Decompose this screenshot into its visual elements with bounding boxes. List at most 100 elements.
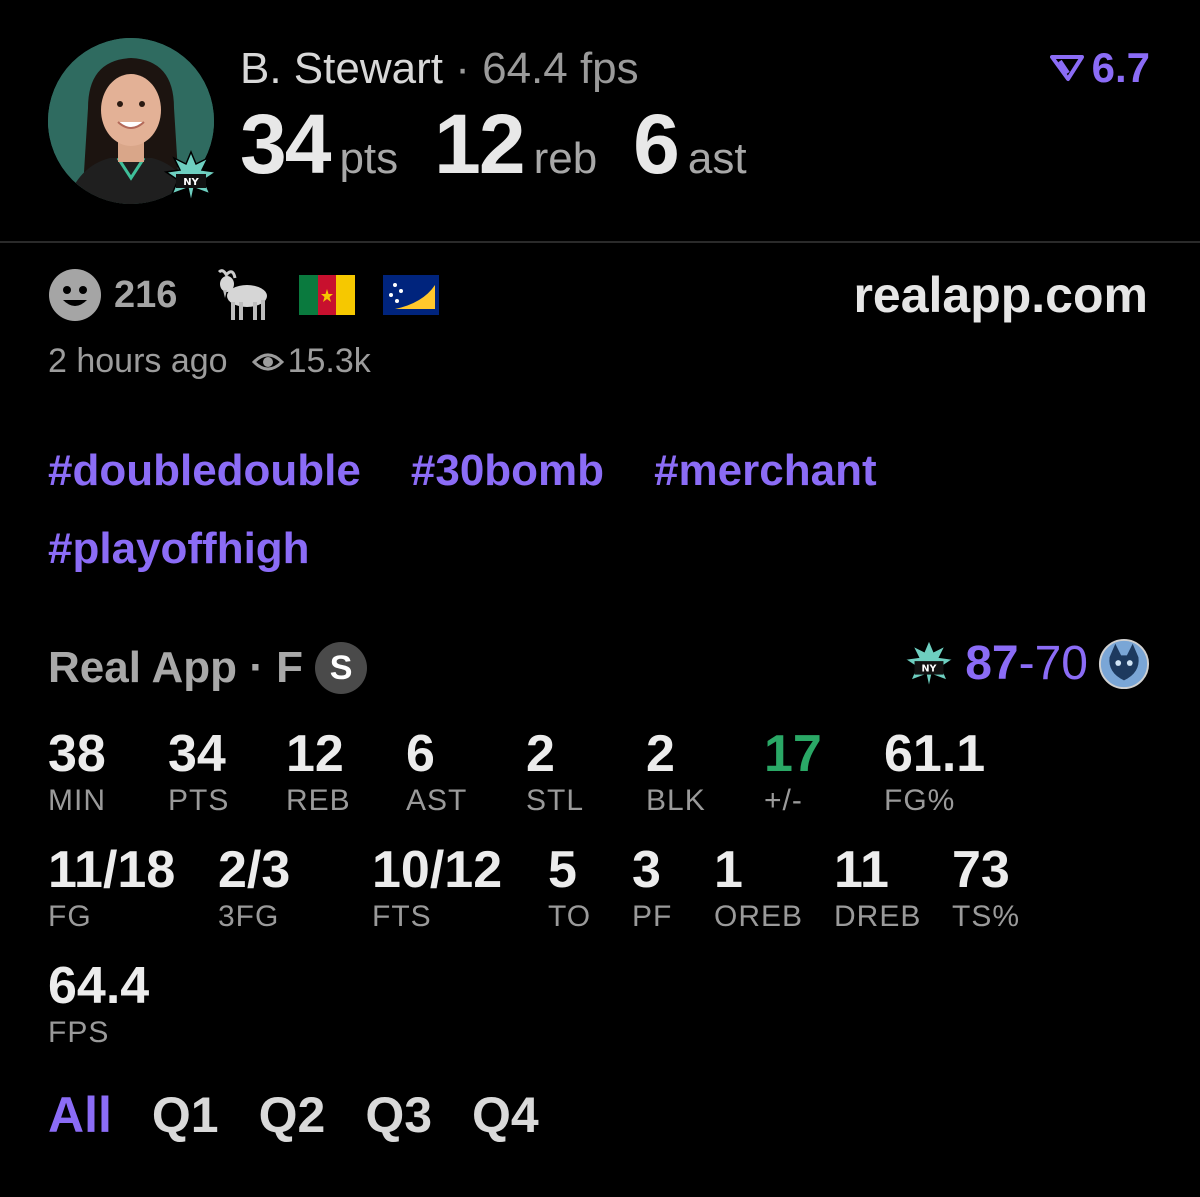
stat-label: DREB: [834, 900, 922, 933]
player-rating[interactable]: 6.7: [1049, 44, 1150, 92]
stat-value: 6: [406, 725, 435, 783]
stat-label: PF: [632, 900, 673, 933]
stat-dreb: 11 DREB: [834, 842, 921, 934]
stat-label: FG%: [884, 784, 956, 817]
stat-label: PTS: [168, 784, 230, 817]
player-fps: 64.4 fps: [482, 44, 639, 93]
cameroon-flag-icon[interactable]: [299, 275, 356, 315]
stat-value: 73: [952, 841, 1010, 899]
stat-plus-minus: 17 +/-: [764, 726, 822, 818]
headline-pts-unit: pts: [339, 134, 399, 183]
player-name[interactable]: B. Stewart: [240, 44, 443, 93]
stat-label: TS%: [952, 900, 1021, 933]
stat-value: 11: [834, 841, 889, 899]
stat-value: 5: [548, 841, 577, 899]
score-text: 87-70: [965, 636, 1088, 691]
tab-q2[interactable]: Q2: [259, 1086, 326, 1144]
stat-label: TO: [548, 900, 592, 933]
stat-to: 5 TO: [548, 842, 591, 934]
stat-oreb: 1 OREB: [714, 842, 803, 934]
sport-badge[interactable]: S: [315, 642, 368, 694]
goat-icon[interactable]: [213, 266, 271, 324]
game-status: Real App · F: [48, 643, 304, 692]
stat-value: 61.1: [884, 725, 986, 783]
stat-stl: 2 STL: [526, 726, 584, 818]
stat-value: 11/18: [48, 841, 176, 899]
stat-reb: 12 REB: [286, 726, 351, 818]
stat-ts-pct: 73 TS%: [952, 842, 1020, 934]
svg-text:NY: NY: [922, 663, 938, 674]
site-link[interactable]: realapp.com: [853, 266, 1148, 324]
hashtag-list: #doubledouble #30bomb #merchant #playoff…: [48, 444, 1128, 576]
hashtag[interactable]: #30bomb: [411, 444, 604, 498]
stat-label: 3FG: [218, 900, 280, 933]
headline-pts-value: 34: [240, 97, 331, 191]
stat-label: +/-: [764, 784, 803, 817]
stat-label: REB: [286, 784, 351, 817]
headline-reb-value: 12: [434, 97, 525, 191]
stat-value: 17: [764, 725, 822, 783]
stat-pts: 34 PTS: [168, 726, 229, 818]
home-score: 87: [965, 637, 1019, 690]
lynx-logo-icon: [1098, 638, 1150, 689]
stat-fps: 64.4 FPS: [48, 958, 149, 1050]
game-label: Real App · F S: [48, 642, 368, 694]
hashtag[interactable]: #doubledouble: [48, 444, 361, 498]
headline-reb-unit: reb: [533, 134, 598, 183]
liberty-logo-icon: NY: [164, 150, 218, 203]
stat-3fg: 2/3 3FG: [218, 842, 290, 934]
stat-label: FG: [48, 900, 92, 933]
rating-arrow-icon: [1049, 55, 1084, 81]
eye-icon: [251, 353, 284, 370]
stat-value: 38: [48, 725, 106, 783]
time-ago: 2 hours ago: [48, 342, 228, 380]
stat-value: 3: [632, 841, 661, 899]
tab-all[interactable]: All: [48, 1086, 112, 1144]
stat-value: 2: [646, 725, 675, 783]
stat-value: 2/3: [218, 841, 291, 899]
stat-min: 38 MIN: [48, 726, 106, 818]
player-name-line: B. Stewart · 64.4 fps: [240, 44, 639, 94]
stat-label: OREB: [714, 900, 804, 933]
tokelau-flag-icon[interactable]: [383, 275, 440, 315]
likes-count: 216: [114, 273, 178, 316]
tab-q3[interactable]: Q3: [365, 1086, 432, 1144]
stat-value: 2: [526, 725, 555, 783]
hashtag[interactable]: #merchant: [654, 444, 877, 498]
time-row: 2 hours ago 15.3k: [48, 342, 371, 381]
stat-label: STL: [526, 784, 585, 817]
name-separator: ·: [455, 44, 470, 93]
stat-ast: 6 AST: [406, 726, 467, 818]
score-dash: -: [1018, 637, 1035, 690]
stat-blk: 2 BLK: [646, 726, 706, 818]
svg-text:NY: NY: [183, 177, 199, 188]
stat-value: 34: [168, 725, 226, 783]
tab-q1[interactable]: Q1: [152, 1086, 219, 1144]
stat-value: 1: [714, 841, 743, 899]
stat-fts: 10/12 FTS: [372, 842, 502, 934]
stat-label: AST: [406, 784, 468, 817]
game-score[interactable]: NY 87-70: [903, 636, 1150, 691]
tab-q4[interactable]: Q4: [472, 1086, 539, 1144]
stat-value: 10/12: [372, 841, 503, 899]
views-count: 15.3k: [287, 342, 371, 380]
stat-fg: 11/18 FG: [48, 842, 175, 934]
headline-ast-unit: ast: [687, 134, 747, 183]
stat-fg-pct: 61.1 FG%: [884, 726, 985, 818]
header-divider: [0, 241, 1200, 243]
reaction-row: 216: [48, 266, 467, 324]
away-score: 70: [1034, 637, 1088, 690]
stat-label: FTS: [372, 900, 432, 933]
stat-label: FPS: [48, 1016, 110, 1049]
liberty-logo-icon: NY: [903, 637, 956, 688]
stat-label: BLK: [646, 784, 706, 817]
headline-ast-value: 6: [633, 97, 680, 191]
quarter-tabs: All Q1 Q2 Q3 Q4: [48, 1086, 539, 1144]
headline-statline: 34 pts 12 reb 6 ast: [240, 96, 783, 193]
hashtag[interactable]: #playoffhigh: [48, 522, 310, 576]
rating-value: 6.7: [1091, 44, 1150, 91]
stat-pf: 3 PF: [632, 842, 672, 934]
stat-label: MIN: [48, 784, 106, 817]
smiley-icon[interactable]: [48, 268, 102, 322]
stat-value: 64.4: [48, 957, 150, 1015]
